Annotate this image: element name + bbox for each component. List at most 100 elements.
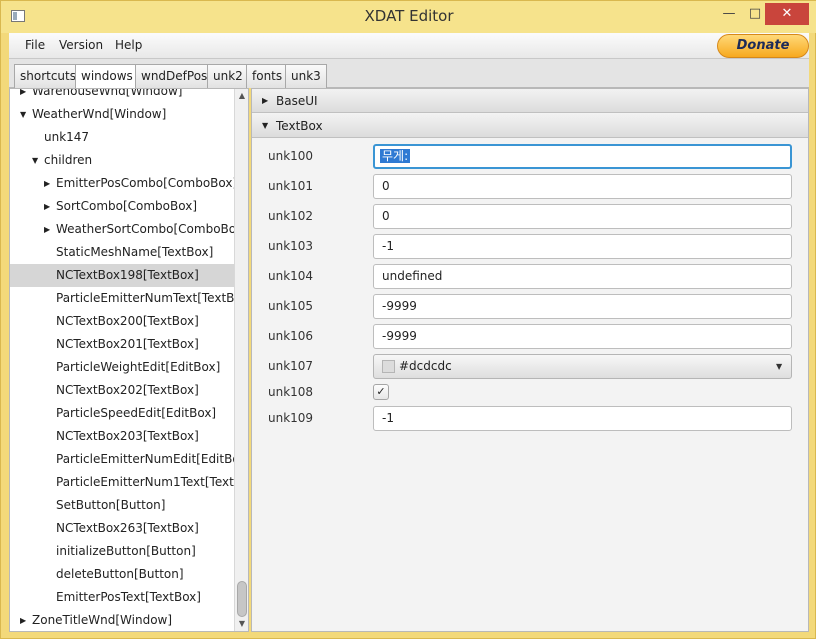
tree-item-label: SetButton[Button]: [56, 498, 166, 512]
chevron-down-icon: ▼: [262, 121, 269, 130]
color-swatch: [382, 360, 395, 373]
chevron-right-icon[interactable]: ▶: [44, 218, 50, 241]
tree-item[interactable]: ParticleSpeedEdit[EditBox]: [10, 402, 234, 425]
tree-item[interactable]: NCTextBox263[TextBox]: [10, 517, 234, 540]
tree-item[interactable]: deleteButton[Button]: [10, 563, 234, 586]
donate-button[interactable]: Donate: [717, 34, 809, 58]
tab-unk3[interactable]: unk3: [285, 64, 327, 88]
tree-item[interactable]: SetButton[Button]: [10, 494, 234, 517]
tree-item-label: ParticleEmitterNumText[TextBox]: [56, 291, 234, 305]
property-input-unk102[interactable]: 0: [373, 204, 792, 229]
tab-unk2[interactable]: unk2: [207, 64, 249, 88]
tree-item[interactable]: ▶ EmitterPosCombo[ComboBox]: [10, 172, 234, 195]
tree-item[interactable]: unk147: [10, 126, 234, 149]
property-label: unk107: [268, 359, 314, 373]
tree-item[interactable]: ParticleWeightEdit[EditBox]: [10, 356, 234, 379]
scroll-up-icon[interactable]: ▲: [235, 89, 248, 103]
chevron-right-icon[interactable]: ▶: [20, 89, 26, 103]
tree-item-label: ParticleWeightEdit[EditBox]: [56, 360, 221, 374]
section-baseui[interactable]: ▶ BaseUI: [252, 89, 808, 113]
property-label: unk108: [268, 385, 314, 399]
tree-item-label: SortCombo[ComboBox]: [56, 199, 198, 213]
tree-item[interactable]: ParticleEmitterNumText[TextBox]: [10, 287, 234, 310]
properties-panel: ▶ BaseUI ▼ TextBox unk100 무게: unk101 0 unk10…: [251, 88, 809, 632]
color-picker[interactable]: #dcdcdc ▼: [373, 354, 792, 379]
tree-item[interactable]: ▼ WeatherWnd[Window]: [10, 103, 234, 126]
minimize-icon[interactable]: —: [715, 3, 743, 25]
menu-bar: File Version Help Donate: [9, 33, 809, 59]
tree-item[interactable]: ▶ ZoneTitleWnd[Window]: [10, 609, 234, 631]
tree-item-label: EmitterPosCombo[ComboBox]: [56, 176, 234, 190]
property-label: unk102: [268, 209, 314, 223]
close-icon[interactable]: ✕: [765, 3, 809, 25]
tree-item[interactable]: ParticleEmitterNum1Text[TextBox]: [10, 471, 234, 494]
chevron-right-icon: ▶: [262, 96, 269, 105]
property-input-unk103[interactable]: -1: [373, 234, 792, 259]
tree-item-label: WeatherSortCombo[ComboBox]: [56, 222, 234, 236]
property-value: 무게:: [380, 149, 411, 163]
property-input-unk100[interactable]: 무게:: [373, 144, 792, 169]
property-input-unk109[interactable]: -1: [373, 406, 792, 431]
tree-item-label: NCTextBox263[TextBox]: [56, 521, 199, 535]
tab-wnddefpos[interactable]: wndDefPos: [135, 64, 214, 88]
tree-item-label: children: [44, 153, 93, 167]
property-label: unk103: [268, 239, 314, 253]
property-input-unk106[interactable]: -9999: [373, 324, 792, 349]
chevron-right-icon[interactable]: ▶: [20, 609, 26, 631]
tab-fonts[interactable]: fonts: [246, 64, 289, 88]
scroll-down-icon[interactable]: ▼: [235, 617, 248, 631]
chevron-right-icon[interactable]: ▶: [44, 172, 50, 195]
tree-item-label: NCTextBox198[TextBox]: [56, 268, 199, 282]
property-value: 0: [382, 209, 390, 223]
property-input-unk105[interactable]: -9999: [373, 294, 792, 319]
section-textbox[interactable]: ▼ TextBox: [252, 114, 808, 138]
property-checkbox[interactable]: ✓: [373, 384, 389, 400]
tab-shortcuts[interactable]: shortcuts: [14, 64, 82, 88]
tree-item[interactable]: initializeButton[Button]: [10, 540, 234, 563]
tree-item[interactable]: NCTextBox198[TextBox]: [10, 264, 234, 287]
tree-item-label: ZoneTitleWnd[Window]: [32, 613, 173, 627]
tree-item[interactable]: ▶ WeatherSortCombo[ComboBox]: [10, 218, 234, 241]
menu-version[interactable]: Version: [59, 38, 103, 52]
tree-item[interactable]: NCTextBox203[TextBox]: [10, 425, 234, 448]
chevron-right-icon[interactable]: ▶: [44, 195, 50, 218]
chevron-down-icon[interactable]: ▼: [32, 149, 38, 172]
tree-item[interactable]: ParticleEmitterNumEdit[EditBox]: [10, 448, 234, 471]
window-tree[interactable]: ▶ ZoneTitleWnd[Window] EmitterPosText[Text…: [9, 88, 249, 632]
chevron-down-icon[interactable]: ▼: [20, 103, 26, 126]
tree-item[interactable]: StaticMeshName[TextBox]: [10, 241, 234, 264]
tree-item[interactable]: NCTextBox200[TextBox]: [10, 310, 234, 333]
scroll-thumb[interactable]: [237, 581, 247, 617]
tree-item-label: WeatherWnd[Window]: [32, 107, 167, 121]
property-value: -1: [382, 239, 394, 253]
dropdown-arrow-icon[interactable]: ▼: [776, 355, 782, 378]
tree-item[interactable]: ▼ children: [10, 149, 234, 172]
app-window: XDAT Editor — □ ✕ File Version Help Dona…: [0, 0, 816, 639]
menu-file[interactable]: File: [25, 38, 45, 52]
property-input-unk101[interactable]: 0: [373, 174, 792, 199]
menu-help[interactable]: Help: [115, 38, 142, 52]
tree-item-label: NCTextBox200[TextBox]: [56, 314, 199, 328]
tree-item-label: ParticleEmitterNum1Text[TextBox]: [56, 475, 234, 489]
tree-item-label: ParticleEmitterNumEdit[EditBox]: [56, 452, 234, 466]
tree-item-label: ParticleSpeedEdit[EditBox]: [56, 406, 217, 420]
tree-item[interactable]: NCTextBox201[TextBox]: [10, 333, 234, 356]
tree-item[interactable]: NCTextBox202[TextBox]: [10, 379, 234, 402]
tree-item-label: StaticMeshName[TextBox]: [56, 245, 214, 259]
property-label: unk100: [268, 149, 314, 163]
tree-item-label: WarehouseWnd[Window]: [32, 88, 183, 98]
color-value: #dcdcdc: [399, 359, 452, 373]
tree-scrollbar[interactable]: ▲ ▼: [234, 89, 248, 631]
tree-item[interactable]: ▶ WarehouseWnd[Window]: [10, 88, 234, 103]
title-bar[interactable]: XDAT Editor — □ ✕: [1, 1, 816, 33]
tree-item-label: EmitterPosText[TextBox]: [56, 590, 201, 604]
tree-item-label: deleteButton[Button]: [56, 567, 184, 581]
tree-item-label: unk147: [44, 130, 90, 144]
tree-item[interactable]: EmitterPosText[TextBox]: [10, 586, 234, 609]
property-input-unk104[interactable]: undefined: [373, 264, 792, 289]
tab-windows[interactable]: windows: [75, 64, 139, 89]
property-value: -1: [382, 411, 394, 425]
tree-item[interactable]: ▶ SortCombo[ComboBox]: [10, 195, 234, 218]
property-label: unk104: [268, 269, 314, 283]
tree-item-label: NCTextBox201[TextBox]: [56, 337, 199, 351]
